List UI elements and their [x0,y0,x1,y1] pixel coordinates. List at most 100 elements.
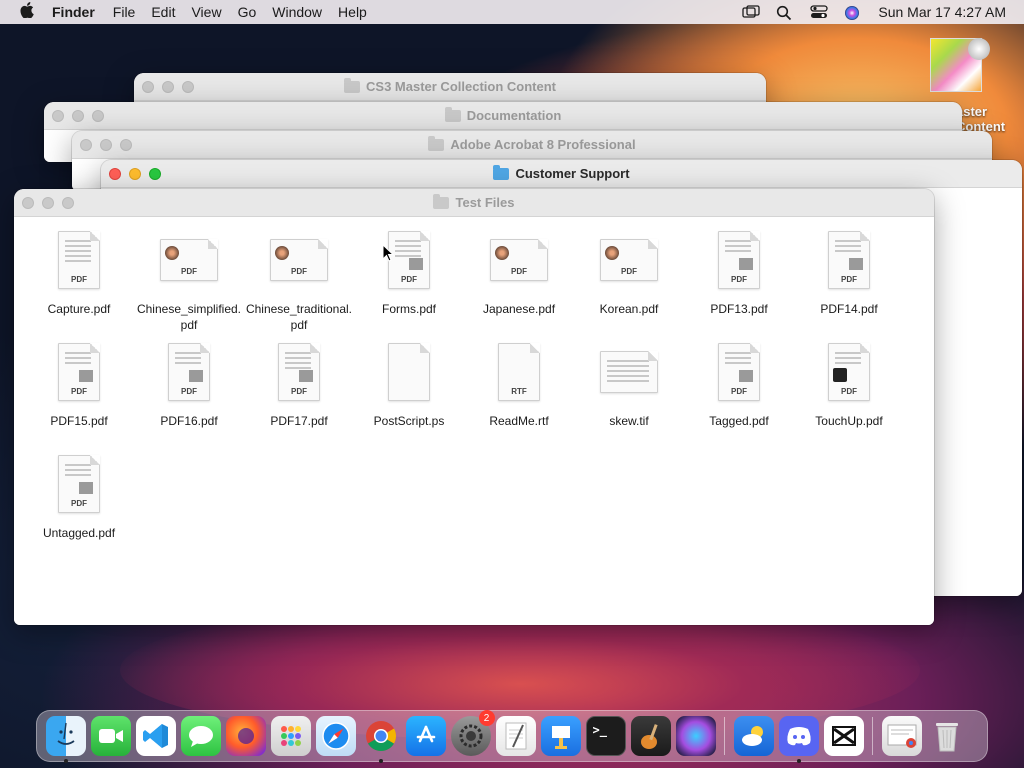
pdf-file-icon: PDF [160,239,218,281]
spotlight-search-icon[interactable] [776,5,794,21]
menu-help[interactable]: Help [330,4,375,20]
minimize-button[interactable] [42,197,54,209]
menu-edit[interactable]: Edit [143,4,183,20]
close-button[interactable] [52,110,64,122]
file-item[interactable]: PDF PDF16.pdf [134,343,244,429]
apple-menu-icon[interactable] [10,2,44,22]
maximize-button[interactable] [149,168,161,180]
menu-file[interactable]: File [105,4,144,20]
tiff-file-icon [600,351,658,393]
minimize-button[interactable] [162,81,174,93]
window-titlebar[interactable]: Documentation [44,102,962,130]
file-item[interactable]: RTF ReadMe.rtf [464,343,574,429]
close-button[interactable] [80,139,92,151]
file-item[interactable]: PDF PDF17.pdf [244,343,354,429]
file-item[interactable]: PostScript.ps [354,343,464,429]
weather-icon[interactable] [733,716,774,756]
file-item[interactable]: PDF PDF13.pdf [684,231,794,317]
file-item[interactable]: skew.tif [574,343,684,429]
folder-icon [433,193,450,209]
file-item[interactable]: PDF Chinese_traditional.pdf [244,231,354,333]
window-titlebar[interactable]: Test Files [14,189,934,217]
file-item[interactable]: PDF Japanese.pdf [464,231,574,317]
file-name: Capture.pdf [47,302,111,316]
window-title: Documentation [466,108,562,123]
file-grid-area: PDF Capture.pdf PDF Chinese_simplified.p… [14,217,934,625]
pdf-file-icon: PDF [58,231,100,289]
disc-icon [968,38,990,60]
textedit-icon[interactable] [495,716,536,756]
menu-app-name[interactable]: Finder [44,4,105,20]
maximize-button[interactable] [62,197,74,209]
firefox-icon[interactable] [225,716,266,756]
window-title: Adobe Acrobat 8 Professional [450,137,636,152]
notification-badge: 2 [478,710,495,726]
minimize-button[interactable] [129,168,141,180]
file-item[interactable]: PDF Korean.pdf [574,231,684,317]
pdf-file-icon: PDF [270,239,328,281]
safari-icon[interactable] [315,716,356,756]
desktop-icon-label: aster Content [956,104,1024,134]
screen-mirroring-icon[interactable] [742,5,761,19]
maximize-button[interactable] [182,81,194,93]
file-item[interactable]: PDF PDF15.pdf [24,343,134,429]
file-item[interactable]: PDF Forms.pdf [354,231,464,317]
facetime-icon[interactable] [90,716,131,756]
vscode-icon[interactable] [135,716,176,756]
siri-icon[interactable] [844,5,862,20]
launchpad-icon[interactable] [270,716,311,756]
menu-window[interactable]: Window [264,4,330,20]
menubar-clock[interactable]: Sun Mar 17 4:27 AM [878,4,1014,20]
window-titlebar[interactable]: Adobe Acrobat 8 Professional [72,131,992,159]
finder-window-test-files[interactable]: Test Files PDF Capture.pdf PDF Chinese_s… [14,189,934,625]
pdf-file-icon: PDF [718,343,760,401]
capcut-icon[interactable] [823,716,864,756]
file-name: Untagged.pdf [42,526,116,540]
keynote-icon[interactable] [540,716,581,756]
pdf-file-icon: PDF [168,343,210,401]
traffic-lights [22,197,74,209]
menu-view[interactable]: View [183,4,229,20]
traffic-lights [80,139,132,151]
file-item[interactable]: PDF TouchUp.pdf [794,343,904,429]
file-name: ReadMe.rtf [489,414,549,428]
pdf-file-icon: PDF [58,343,100,401]
close-button[interactable] [109,168,121,180]
file-item[interactable]: PDF Tagged.pdf [684,343,794,429]
pdf-file-icon: PDF [828,231,870,289]
file-item[interactable]: PDF Chinese_simplified.pdf [134,231,244,333]
finder-icon[interactable] [45,716,86,763]
control-center-icon[interactable] [810,5,829,19]
chrome-icon[interactable] [361,716,401,763]
file-name: Forms.pdf [381,302,436,316]
maximize-button[interactable] [92,110,104,122]
trash-icon[interactable] [927,716,967,756]
file-item[interactable]: PDF Untagged.pdf [24,455,134,541]
file-name: skew.tif [609,414,649,428]
traffic-lights [142,81,194,93]
close-button[interactable] [22,197,34,209]
discord-icon[interactable] [778,716,819,763]
garageband-icon[interactable] [630,716,671,756]
file-item[interactable]: PDF Capture.pdf [24,231,134,317]
file-name: PDF15.pdf [50,414,108,428]
window-titlebar[interactable]: CS3 Master Collection Content [134,73,766,101]
maximize-button[interactable] [120,139,132,151]
app-store-icon[interactable] [405,716,446,756]
minimize-button[interactable] [100,139,112,151]
downloads-stack-icon[interactable] [881,716,922,756]
file-name: PDF17.pdf [270,414,328,428]
messages-icon[interactable] [180,716,221,756]
close-button[interactable] [142,81,154,93]
siri-dock-icon[interactable] [675,716,716,756]
terminal-icon[interactable]: >_ [585,716,626,756]
desktop-icon-label-line1: aster [956,104,988,119]
minimize-button[interactable] [72,110,84,122]
system-settings-icon[interactable]: 2 [450,710,495,756]
file-name: PDF16.pdf [160,414,218,428]
window-titlebar[interactable]: Customer Support [101,160,1022,188]
file-item[interactable]: PDF PDF14.pdf [794,231,904,317]
file-name: Japanese.pdf [482,302,556,316]
menu-go[interactable]: Go [230,4,265,20]
postscript-file-icon [388,343,430,401]
